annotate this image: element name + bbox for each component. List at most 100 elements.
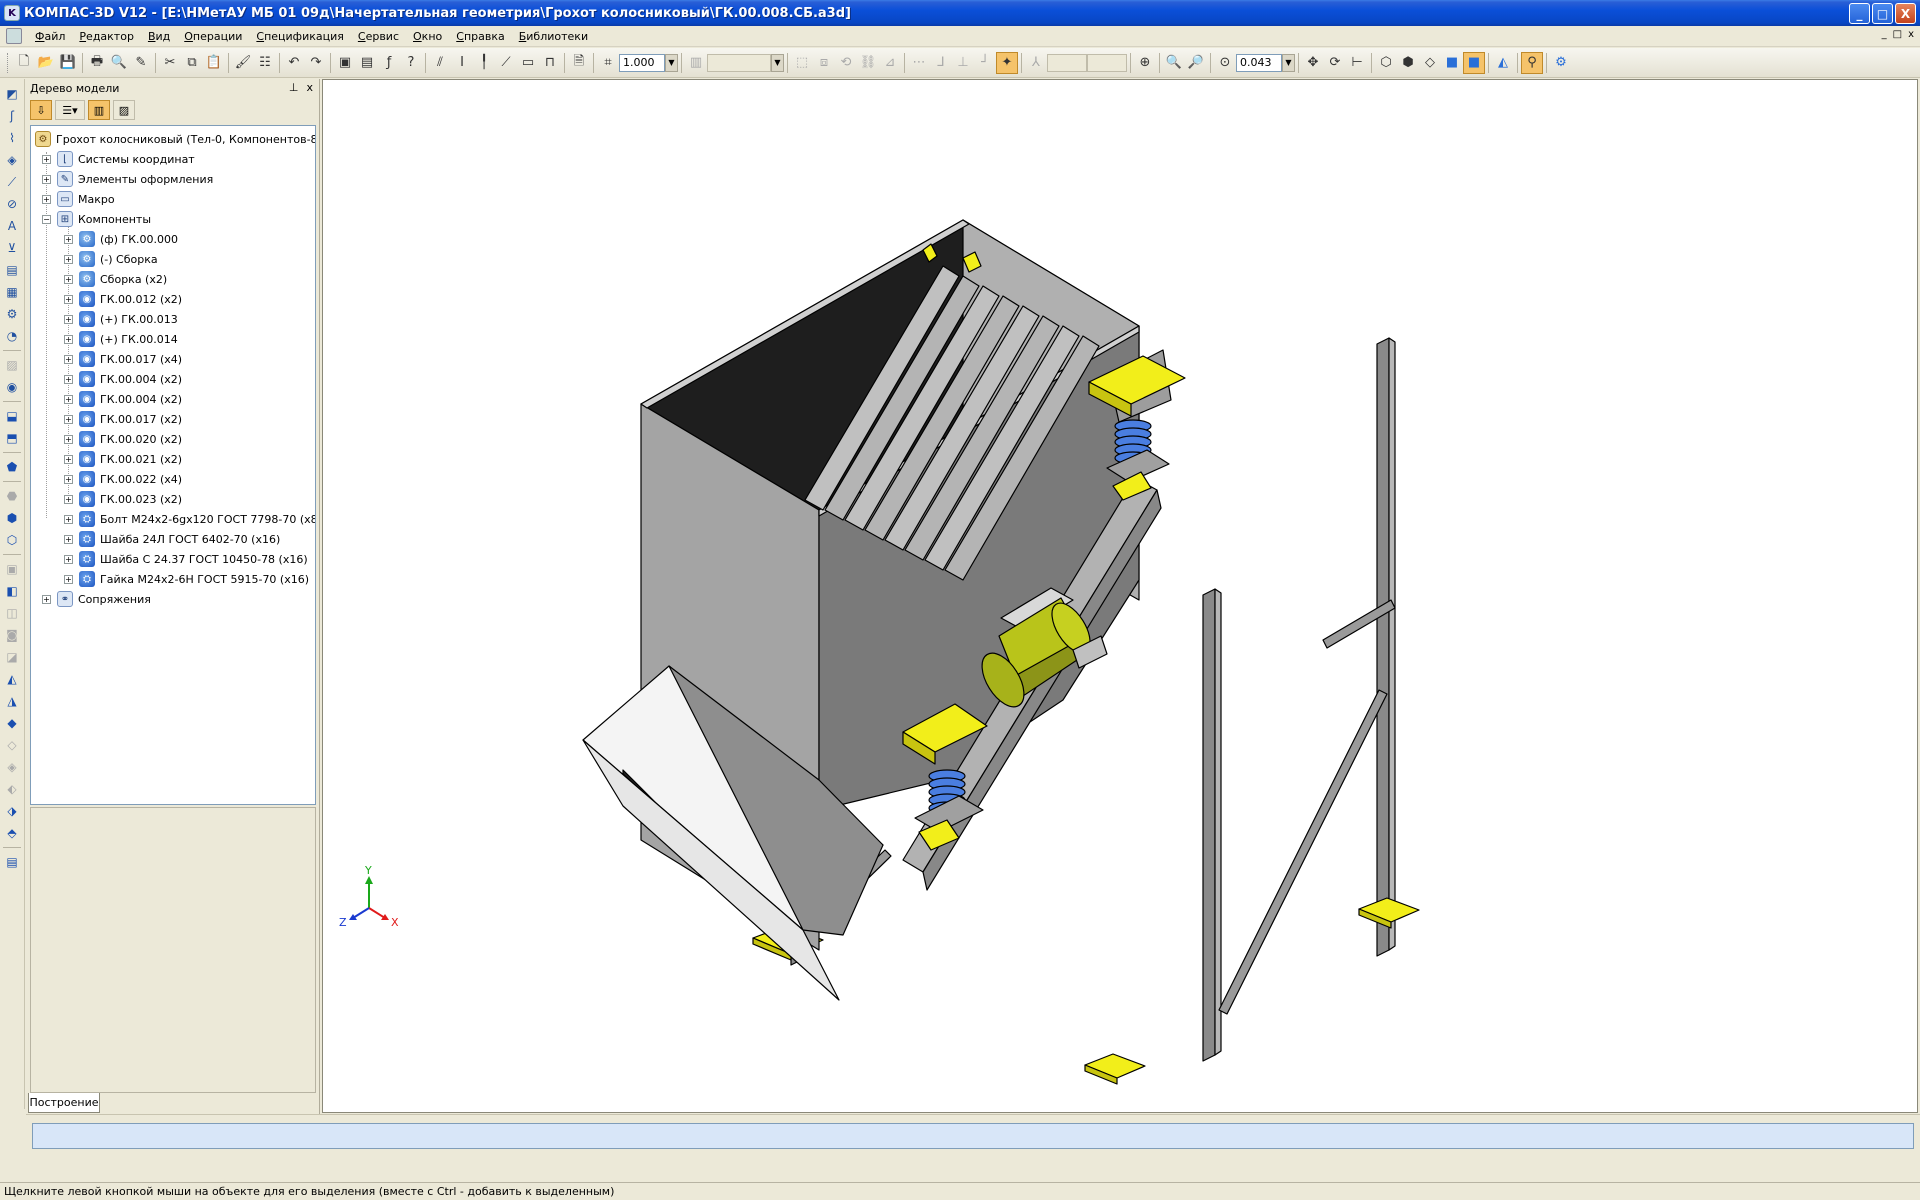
layers-icon[interactable]: ▥ xyxy=(685,52,707,74)
document-icon[interactable] xyxy=(6,28,22,44)
maximize-button[interactable]: □ xyxy=(1872,3,1893,24)
construction-order-icon[interactable]: ⇩ xyxy=(30,100,52,120)
menu-window[interactable]: Окно xyxy=(406,30,449,43)
doc-minimize-button[interactable]: _ xyxy=(1882,29,1887,40)
expand-icon[interactable]: + xyxy=(64,474,73,484)
filter-icon[interactable]: ⚲ xyxy=(1521,51,1543,74)
tree-component[interactable]: + ◉ ГК.00.004 (x2) xyxy=(64,370,182,388)
zoom-dropdown[interactable]: ▼ xyxy=(1282,53,1295,72)
scale-icon[interactable]: ⬖ xyxy=(3,780,21,798)
zoom-dynamic-icon[interactable]: 🔎 xyxy=(1185,52,1207,74)
tree-component[interactable]: + ⛭ Гайка М24х2-6Н ГОСТ 5915-70 (x16) xyxy=(64,570,309,588)
expand-icon[interactable]: + xyxy=(64,334,73,344)
text-panel-icon[interactable]: A xyxy=(3,217,21,235)
rotate-icon[interactable]: ⟳ xyxy=(1324,52,1346,74)
zoom-in-icon[interactable]: 🔍 xyxy=(1163,52,1185,74)
model-render[interactable]: Y X Z xyxy=(323,80,1918,1113)
doc-restore-button[interactable]: □ xyxy=(1893,29,1902,40)
tree-component[interactable]: + ◉ ГК.00.023 (x2) xyxy=(64,490,182,508)
manager-icon[interactable]: ▣ xyxy=(334,52,356,74)
minimize-button[interactable]: _ xyxy=(1849,3,1870,24)
expand-icon[interactable]: + xyxy=(64,434,73,444)
pin-icon[interactable]: ⊥ xyxy=(289,81,299,94)
expand-icon[interactable]: + xyxy=(64,414,73,424)
tree-component[interactable]: + ⛭ Шайба С 24.37 ГОСТ 10450-78 (x16) xyxy=(64,550,308,568)
tree-component[interactable]: + ◉ ГК.00.021 (x2) xyxy=(64,450,182,468)
expand-icon[interactable]: + xyxy=(64,574,73,584)
expand-icon[interactable]: + xyxy=(64,494,73,504)
coord-x-field[interactable] xyxy=(1047,53,1087,72)
measure-panel-icon[interactable]: ⊘ xyxy=(3,195,21,213)
boolean-icon[interactable]: ◈ xyxy=(3,758,21,776)
coordinates-icon[interactable]: ⅄ xyxy=(1025,52,1047,74)
rotate-select-icon[interactable]: ⟲ xyxy=(835,52,857,74)
expand-icon[interactable]: + xyxy=(64,254,73,264)
expand-icon[interactable]: + xyxy=(42,174,51,184)
deform-icon[interactable]: ⬘ xyxy=(3,824,21,842)
add-component-icon[interactable]: ⬓ xyxy=(3,407,21,425)
tree-view-mode-icon[interactable]: ☰▾ xyxy=(55,100,85,120)
spatial-curves-icon[interactable]: ⌇ xyxy=(3,129,21,147)
print-icon[interactable]: 🖶 xyxy=(86,52,108,74)
open-folder-icon[interactable]: 📂 xyxy=(35,52,57,74)
ruler-icon[interactable]: ▭ xyxy=(517,52,539,74)
filter-panel-icon[interactable]: ⊻ xyxy=(3,239,21,257)
tree-component[interactable]: + ◉ ГК.00.017 (x4) xyxy=(64,350,182,368)
property-panel-area[interactable] xyxy=(32,1123,1914,1149)
expand-icon[interactable]: + xyxy=(64,454,73,464)
tree-component[interactable]: + ⚙ Сборка (x2) xyxy=(64,270,167,288)
assembly-icon[interactable]: ⚙ xyxy=(3,305,21,323)
toolbar-grip[interactable] xyxy=(7,52,10,73)
menu-operations[interactable]: Операции xyxy=(177,30,249,43)
fillet-icon[interactable]: ◭ xyxy=(3,670,21,688)
tree-component[interactable]: + ⛭ Шайба 24Л ГОСТ 6402-70 (x16) xyxy=(64,530,280,548)
document-properties-icon[interactable]: 🗎 xyxy=(568,52,590,74)
tree-component[interactable]: + ◉ ГК.00.012 (x2) xyxy=(64,290,182,308)
hidden-lines-icon[interactable]: ⬢ xyxy=(1397,52,1419,74)
rotate-component-icon[interactable]: ⬢ xyxy=(3,509,21,527)
close-button[interactable]: X xyxy=(1895,3,1916,24)
grid-icon[interactable]: ⋯ xyxy=(908,52,930,74)
shaded-icon[interactable]: ■ xyxy=(1441,52,1463,74)
copy-geometry-icon[interactable]: ⬗ xyxy=(3,802,21,820)
print-preview-icon[interactable]: 🔍 xyxy=(108,52,130,74)
zoom-window-icon[interactable]: ⊕ xyxy=(1134,52,1156,74)
bolt-icon[interactable]: ╿ xyxy=(473,52,495,74)
split-icon[interactable]: ◇ xyxy=(3,736,21,754)
fastening-icon[interactable]: ⫽ xyxy=(429,52,451,74)
chamfer-icon[interactable]: ◪ xyxy=(3,648,21,666)
copy-icon[interactable]: ⧉ xyxy=(181,52,203,74)
format-painter-icon[interactable]: 🖌 xyxy=(232,52,254,74)
local-cs-icon[interactable]: ⅃ xyxy=(930,52,952,74)
tree-item-constraints[interactable]: + ⚭ Сопряжения xyxy=(42,590,151,608)
measure-icon[interactable]: ⊓ xyxy=(539,52,561,74)
sheet-metal-icon[interactable]: ◔ xyxy=(3,327,21,345)
close-tree-icon[interactable]: x xyxy=(306,81,313,94)
expand-icon[interactable]: + xyxy=(64,514,73,524)
tree-component[interactable]: + ◉ ГК.00.022 (x4) xyxy=(64,470,182,488)
select-frame-icon[interactable]: ⬚ xyxy=(791,52,813,74)
state-combo[interactable] xyxy=(707,53,771,72)
new-file-icon[interactable]: 🗋 xyxy=(13,52,35,74)
properties-icon[interactable]: ☷ xyxy=(254,52,276,74)
tree-root[interactable]: ⚙ Грохот колосниковый (Тел-0, Компоненто… xyxy=(35,130,315,148)
expand-icon[interactable]: + xyxy=(42,154,51,164)
zoom-scale-icon[interactable]: ⊙ xyxy=(1214,52,1236,74)
expand-icon[interactable]: + xyxy=(64,274,73,284)
thin-lines-icon[interactable]: ◇ xyxy=(1419,52,1441,74)
menu-help[interactable]: Справка xyxy=(449,30,511,43)
surfaces-icon[interactable]: ◈ xyxy=(3,151,21,169)
tree-component[interactable]: + ⚙ (ф) ГК.00.000 xyxy=(64,230,178,248)
array-icon[interactable]: ▣ xyxy=(3,560,21,578)
context-help-icon[interactable]: ? xyxy=(400,52,422,74)
cut-icon[interactable]: ✂ xyxy=(159,52,181,74)
step-icon[interactable]: ⌗ xyxy=(597,52,619,74)
design-tree-icon[interactable]: ⚙ xyxy=(1550,52,1572,74)
tree-component[interactable]: + ◉ ГК.00.004 (x2) xyxy=(64,390,182,408)
menu-libraries[interactable]: Библиотеки xyxy=(512,30,595,43)
extrude-icon[interactable]: ▨ xyxy=(3,356,21,374)
expand-icon[interactable]: + xyxy=(64,394,73,404)
menu-service[interactable]: Сервис xyxy=(351,30,406,43)
library-manager-icon[interactable]: ▤ xyxy=(356,52,378,74)
beam-icon[interactable]: Ⅰ xyxy=(451,52,473,74)
